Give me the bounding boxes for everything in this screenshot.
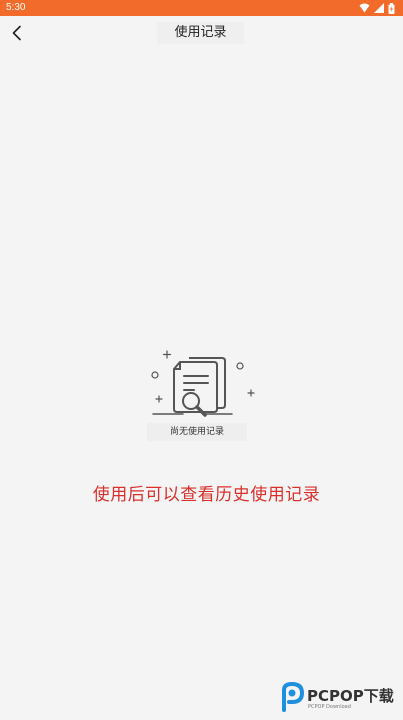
watermark: PCPOP下载 PCPOP Download (280, 682, 400, 716)
wifi-icon (359, 3, 370, 13)
watermark-brand: PCPOP下载 (307, 687, 394, 705)
status-bar: 5:30 (0, 0, 403, 16)
signal-icon (374, 3, 384, 13)
chevron-left-icon (12, 25, 21, 41)
empty-hint-text: 使用后可以查看历史使用记录 (92, 485, 321, 505)
battery-icon (388, 2, 395, 14)
pcpop-logo-icon (282, 682, 305, 712)
page-title: 使用记录 (157, 22, 244, 44)
back-button[interactable] (6, 22, 28, 44)
watermark-sub: PCPOP Download (308, 704, 351, 710)
app-bar: 使用记录 (0, 16, 403, 50)
empty-state-label: 尚无使用记录 (147, 423, 247, 441)
status-icons (359, 2, 395, 14)
document-search-icon (151, 350, 255, 417)
status-time: 5:30 (6, 2, 26, 13)
